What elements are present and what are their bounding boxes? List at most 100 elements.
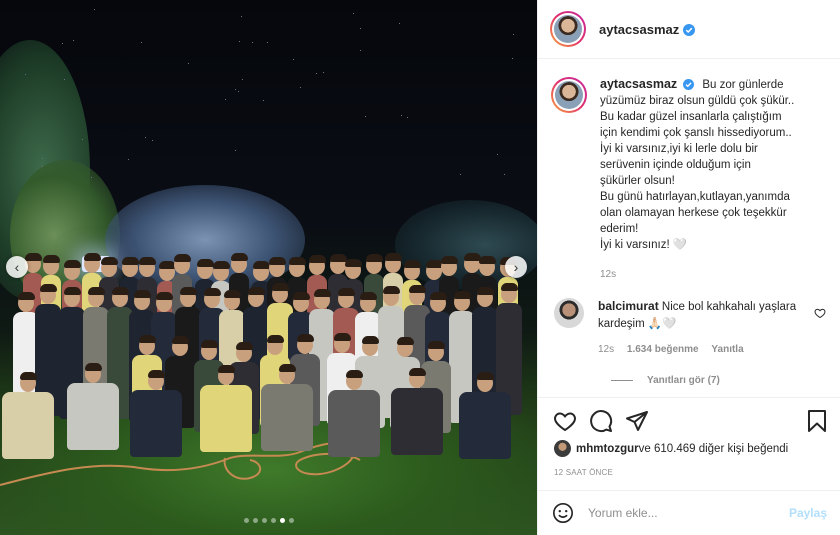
star bbox=[365, 116, 366, 117]
post-actions bbox=[538, 397, 840, 437]
star bbox=[512, 58, 513, 59]
star bbox=[316, 73, 317, 74]
comment-like-heart-icon[interactable] bbox=[814, 307, 826, 319]
star bbox=[293, 59, 294, 60]
star bbox=[360, 28, 361, 29]
comments-section: aytacsasmaz Bu zor günlerde yüzümüz biraz… bbox=[538, 59, 840, 397]
star bbox=[238, 91, 239, 92]
post-timestamp: 12 SAAT ÖNCE bbox=[554, 468, 614, 477]
carousel-prev-button[interactable]: ‹ bbox=[6, 256, 28, 278]
caption-avatar[interactable] bbox=[551, 77, 587, 113]
reply-button[interactable]: Yanıtla bbox=[711, 344, 743, 355]
commenter-username[interactable]: balcimurat bbox=[598, 299, 659, 313]
likes-summary[interactable]: mhmtozgur ve 610.469 diğer kişi beğendi bbox=[554, 440, 788, 457]
person bbox=[261, 364, 313, 451]
star bbox=[42, 166, 43, 167]
post-sidebar: aytacsasmaz aytacsasmaz Bu zor günlerde y… bbox=[537, 0, 840, 535]
star bbox=[239, 41, 240, 42]
carousel-dot bbox=[243, 518, 249, 523]
person bbox=[328, 370, 380, 457]
star bbox=[323, 72, 324, 73]
star bbox=[128, 159, 129, 160]
caption-line: şükürler olsun! bbox=[600, 175, 675, 187]
star bbox=[42, 158, 43, 159]
comment-item: balcimurat Nice bol kahkahalı yaşlara ka… bbox=[551, 298, 826, 358]
caption-line: Bu günü hatırlayan,kutlayan,yanımda bbox=[600, 191, 790, 203]
carousel-dot bbox=[279, 518, 285, 523]
commenter-avatar[interactable] bbox=[554, 298, 584, 328]
star bbox=[401, 115, 402, 116]
carousel-indicator bbox=[0, 518, 537, 523]
person bbox=[130, 370, 182, 457]
star bbox=[235, 89, 236, 90]
carousel-dot bbox=[288, 518, 294, 523]
star bbox=[241, 16, 242, 17]
caption-timestamp: 12s bbox=[600, 269, 617, 280]
verified-badge-icon bbox=[683, 79, 695, 90]
star bbox=[225, 99, 226, 100]
post-header: aytacsasmaz bbox=[538, 0, 840, 59]
star bbox=[360, 50, 361, 51]
star bbox=[407, 117, 408, 118]
star bbox=[504, 174, 505, 175]
caption-line: İyi ki varsınız! 🤍 bbox=[600, 239, 688, 251]
comment-bubble-icon[interactable] bbox=[589, 409, 613, 433]
caption-line: Bu zor günlerde bbox=[702, 79, 784, 91]
person bbox=[67, 363, 119, 450]
like-heart-icon[interactable] bbox=[553, 409, 577, 433]
caption-line: olan olamayan herkese çok teşekkür bbox=[600, 207, 787, 219]
caption-text: aytacsasmaz Bu zor günlerde yüzümüz biraz… bbox=[600, 76, 820, 283]
verified-badge-icon bbox=[683, 23, 696, 36]
caption-line: yüzümüz biraz olsun güldü çok şükür.. bbox=[600, 95, 795, 107]
carousel-next-button[interactable]: › bbox=[505, 256, 527, 278]
post-photo[interactable]: ‹ › bbox=[0, 0, 537, 535]
star bbox=[73, 40, 74, 41]
comment-like-count[interactable]: 1.634 beğenme bbox=[627, 344, 699, 355]
star bbox=[513, 34, 514, 35]
caption-line: İyi ki varsınız,iyi ki lerle dolu bir bbox=[600, 143, 758, 155]
caption-line: serüvenin içinde olduğum için bbox=[600, 159, 751, 171]
view-replies-button[interactable]: Yanıtları gör (7) bbox=[611, 375, 824, 386]
star bbox=[263, 100, 264, 101]
star bbox=[399, 23, 400, 24]
star bbox=[82, 139, 83, 140]
star bbox=[267, 42, 268, 43]
star bbox=[497, 154, 498, 155]
star bbox=[235, 150, 236, 151]
star bbox=[188, 63, 189, 64]
star bbox=[62, 43, 63, 44]
star bbox=[94, 9, 95, 10]
star bbox=[252, 42, 253, 43]
caption-line: Bu kadar güzel insanlarla çalıştığım bbox=[600, 111, 782, 123]
caption-line: ederim! bbox=[600, 223, 639, 235]
person bbox=[391, 368, 443, 455]
star bbox=[25, 74, 26, 75]
star bbox=[145, 137, 146, 138]
star bbox=[242, 79, 243, 80]
star bbox=[460, 174, 461, 175]
comment-input[interactable] bbox=[588, 506, 768, 520]
carousel-dot bbox=[252, 518, 258, 523]
liker-username[interactable]: mhmtozgur bbox=[576, 443, 639, 455]
add-comment-bar: Paylaş bbox=[538, 490, 840, 535]
caption-line: için kendimi çok şanslı hissediyorum.. bbox=[600, 127, 792, 139]
star bbox=[152, 140, 153, 141]
author-avatar[interactable] bbox=[550, 11, 586, 47]
save-bookmark-icon[interactable] bbox=[806, 409, 828, 433]
star bbox=[300, 87, 301, 88]
person bbox=[2, 372, 54, 459]
likes-text: ve 610.469 diğer kişi beğendi bbox=[638, 442, 789, 455]
caption-username[interactable]: aytacsasmaz bbox=[600, 77, 677, 91]
star bbox=[141, 42, 142, 43]
person bbox=[459, 372, 511, 459]
star bbox=[91, 177, 92, 178]
share-send-icon[interactable] bbox=[625, 409, 649, 433]
liker-avatar[interactable] bbox=[554, 440, 571, 457]
emoji-icon[interactable] bbox=[552, 502, 574, 524]
carousel-dot bbox=[261, 518, 267, 523]
post-caption: aytacsasmaz Bu zor günlerde yüzümüz biraz… bbox=[551, 76, 824, 283]
post-comment-button[interactable]: Paylaş bbox=[789, 506, 827, 520]
carousel-dot bbox=[270, 518, 276, 523]
comment-timestamp: 12s bbox=[598, 344, 615, 355]
author-username[interactable]: aytacsasmaz bbox=[599, 22, 696, 37]
